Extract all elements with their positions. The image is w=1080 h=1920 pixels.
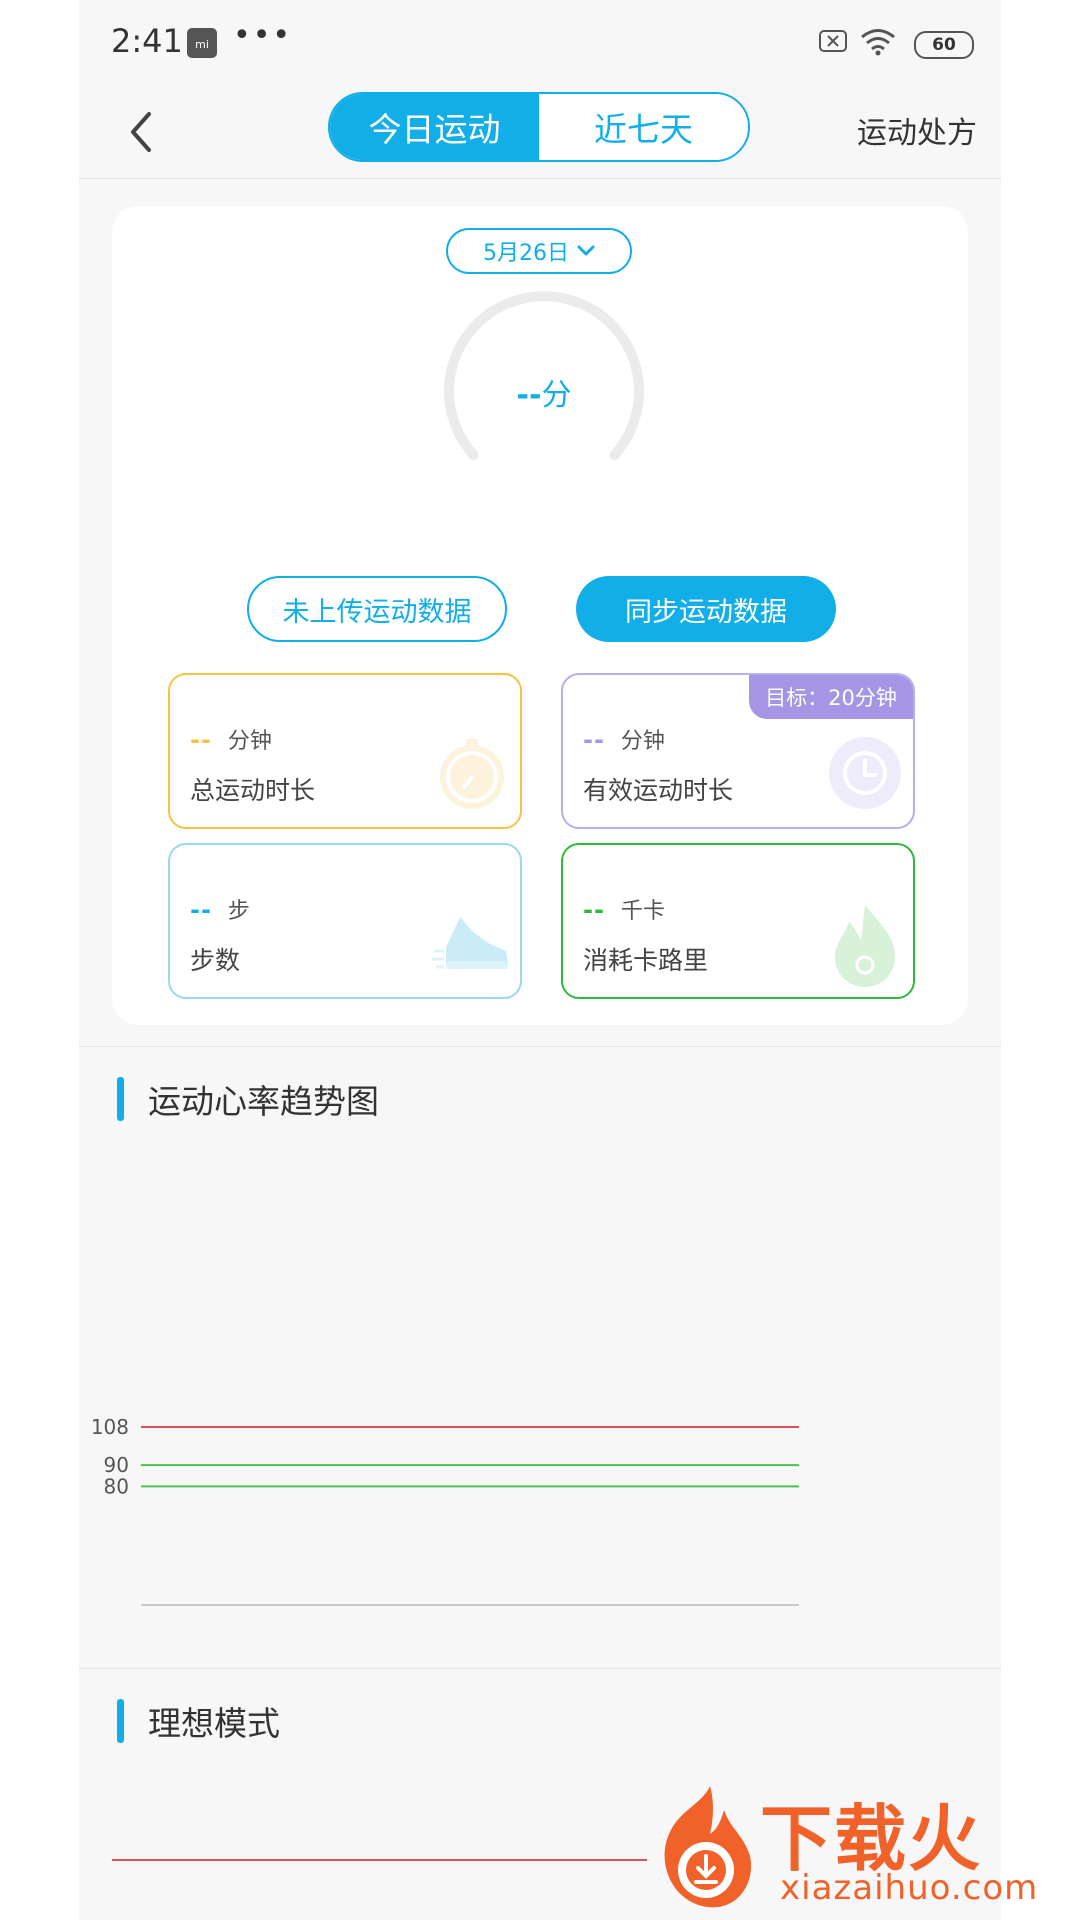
unuploaded-data-button[interactable]: 未上传运动数据 <box>247 576 507 642</box>
date-label: 5月26日 <box>483 241 569 266</box>
tile-value-number: -- <box>190 896 212 924</box>
heart-rate-chart: 1089080 <box>91 1415 799 1606</box>
goal-badge: 目标：20分钟 <box>749 675 913 719</box>
more-notifications-icon: ••• <box>233 18 293 53</box>
left-margin <box>0 0 79 1920</box>
prescription-link[interactable]: 运动处方 <box>857 108 977 152</box>
gauge-value: --分 <box>439 370 649 414</box>
section-divider <box>79 1046 1001 1047</box>
tick-label-108: 108 <box>91 1415 129 1439</box>
tab-today[interactable]: 今日运动 <box>330 94 539 160</box>
stopwatch-icon <box>440 739 504 809</box>
status-time: 2:41 <box>111 22 183 60</box>
gauge-number: -- <box>516 378 542 413</box>
sneaker-icon <box>432 917 508 969</box>
ideal-mode-title: 理想模式 <box>148 1704 280 1743</box>
tile-label: 有效运动时长 <box>583 776 734 805</box>
section-accent-bar <box>117 1699 124 1743</box>
tile-value: -- 分钟 <box>190 723 272 755</box>
top-nav: 今日运动 近七天 运动处方 <box>79 86 1001 179</box>
heart-rate-section-header: 运动心率趋势图 <box>117 1075 379 1123</box>
calories-tile[interactable]: -- 千卡 消耗卡路里 <box>561 843 915 999</box>
tile-value-number: -- <box>583 726 605 754</box>
ideal-mode-limit-line <box>112 1859 647 1861</box>
heart-rate-title: 运动心率趋势图 <box>148 1082 379 1121</box>
gauge-unit: 分 <box>541 378 572 413</box>
total-duration-tile[interactable]: -- 分钟 总运动时长 <box>168 673 522 829</box>
sim-off-icon <box>819 30 847 52</box>
chevron-left-icon[interactable] <box>123 108 163 156</box>
clock-icon <box>829 737 901 809</box>
tile-value-number: -- <box>583 896 605 924</box>
tile-value-number: -- <box>190 726 212 754</box>
period-tabs: 今日运动 近七天 <box>328 92 750 162</box>
mi-app-icon: mi <box>187 28 217 58</box>
section-accent-bar <box>117 1077 124 1121</box>
date-picker[interactable]: 5月26日 <box>446 228 632 274</box>
tile-unit: 分钟 <box>227 729 272 754</box>
ideal-mode-section-header: 理想模式 <box>117 1697 280 1745</box>
chevron-down-icon <box>577 245 595 256</box>
tile-unit: 步 <box>227 899 250 924</box>
tile-label: 消耗卡路里 <box>583 946 709 975</box>
right-margin <box>1001 0 1080 1920</box>
wifi-icon <box>861 29 895 56</box>
summary-card: 5月26日 --分 未上传运动数据 同步运动数据 -- 分钟 总运动时长 目标：… <box>112 206 968 1025</box>
tile-label: 总运动时长 <box>190 776 316 805</box>
tile-value: -- 千卡 <box>583 893 665 925</box>
tab-last-seven-days[interactable]: 近七天 <box>539 94 748 160</box>
steps-tile[interactable]: -- 步 步数 <box>168 843 522 999</box>
sync-data-button[interactable]: 同步运动数据 <box>576 576 836 642</box>
tile-label: 步数 <box>190 946 241 975</box>
effective-duration-tile[interactable]: 目标：20分钟 -- 分钟 有效运动时长 <box>561 673 915 829</box>
tick-label-80: 80 <box>104 1474 129 1498</box>
app-screen: 2:41 mi ••• 60 今日运动 近七天 运动处方 5月26日 --分 未… <box>79 0 1001 1920</box>
battery-icon: 60 <box>914 31 974 59</box>
watermark-url: xiazaihuo.com <box>780 1868 1039 1908</box>
tile-unit: 千卡 <box>620 899 665 924</box>
tile-value: -- 步 <box>190 893 250 925</box>
tile-value: -- 分钟 <box>583 723 665 755</box>
watermark: 下载火 xiazaihuo.com <box>640 1780 1080 1920</box>
flame-logo-icon <box>664 1786 752 1908</box>
status-bar: 2:41 mi ••• 60 <box>79 0 1001 86</box>
tile-unit: 分钟 <box>620 729 665 754</box>
section-divider <box>79 1668 1001 1669</box>
flame-icon <box>835 905 895 987</box>
